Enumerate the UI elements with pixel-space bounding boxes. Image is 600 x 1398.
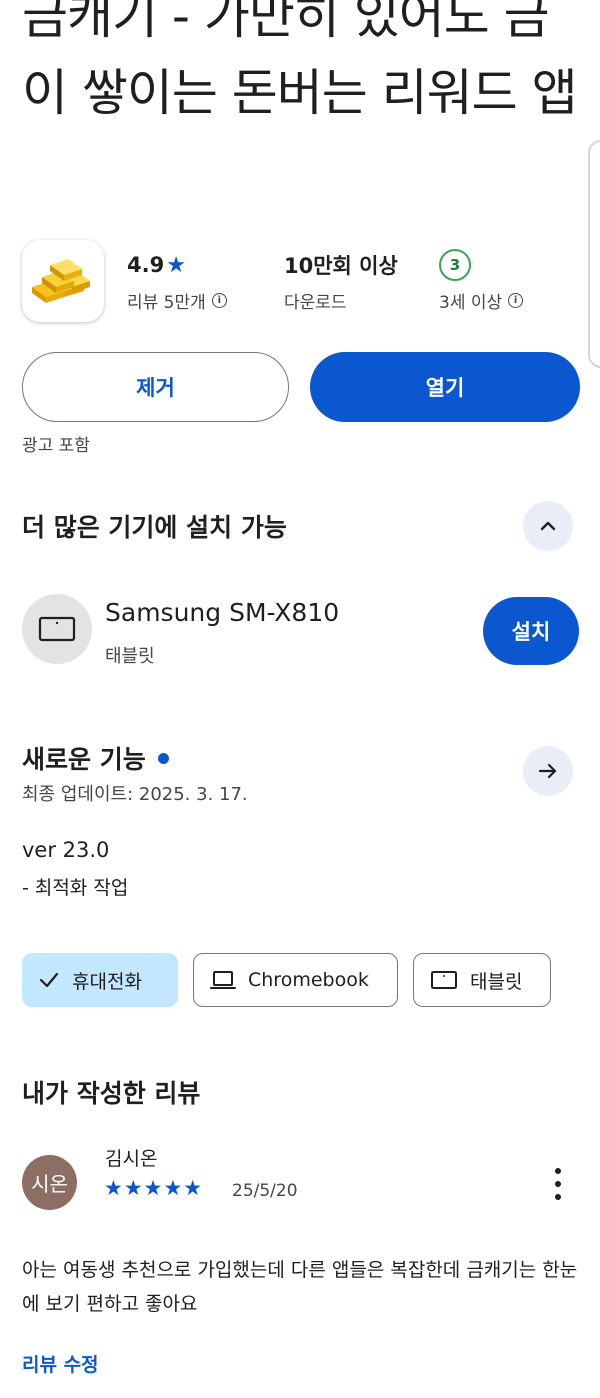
whats-new-arrow-button[interactable] xyxy=(523,746,573,796)
install-button[interactable]: 설치 xyxy=(483,597,579,665)
whats-new-label: 새로운 기능 xyxy=(22,745,146,774)
chip-chromebook-label: Chromebook xyxy=(248,969,369,991)
chevron-up-icon xyxy=(540,521,556,531)
star-icon: ★ xyxy=(166,252,186,278)
gold-bars-icon xyxy=(22,240,104,322)
version-note: - 최적화 작업 xyxy=(22,877,129,899)
version-text: ver 23.0 xyxy=(22,838,110,862)
age-rating-label: 3세 이상 xyxy=(439,293,503,313)
whats-new-title: 새로운 기능 xyxy=(22,740,169,776)
contains-ads-note: 광고 포함 xyxy=(22,436,90,456)
chip-chromebook[interactable]: Chromebook xyxy=(193,953,398,1007)
rating-value: 4.9 xyxy=(127,253,165,277)
chip-phone-label: 휴대전화 xyxy=(72,970,142,993)
age-rating-badge: 3 xyxy=(439,249,471,281)
more-devices-title: 더 많은 기기에 설치 가능 xyxy=(22,513,287,542)
reviews-count: 리뷰 5만개 xyxy=(127,293,206,313)
chip-phone[interactable]: 휴대전화 xyxy=(22,953,178,1007)
tablet-icon xyxy=(38,616,76,642)
new-indicator-dot xyxy=(157,752,169,764)
downloads-stat: 10만회 이상 다운로드 xyxy=(284,250,398,313)
more-options-icon[interactable] xyxy=(552,1168,564,1200)
age-rating-stat[interactable]: 3 3세 이상 i xyxy=(439,249,524,313)
edit-review-link[interactable]: 리뷰 수정 xyxy=(22,1350,99,1377)
device-type: 태블릿 xyxy=(105,646,155,667)
rating-stat[interactable]: 4.9 ★ 리뷰 5만개 i xyxy=(127,250,227,313)
downloads-label: 다운로드 xyxy=(284,293,347,313)
my-review-title: 내가 작성한 리뷰 xyxy=(22,1079,201,1108)
device-name: Samsung SM-X810 xyxy=(105,598,340,627)
review-text: 아는 여동생 추천으로 가입했는데 다른 앱들은 복잡한데 금캐기는 한눈에 보… xyxy=(22,1259,578,1315)
collapse-button[interactable] xyxy=(523,501,573,551)
chip-tablet-label: 태블릿 xyxy=(470,970,523,993)
reviewer-name: 김시온 xyxy=(105,1148,158,1170)
arrow-right-icon xyxy=(538,763,557,779)
info-icon: i xyxy=(508,293,524,308)
downloads-value: 10만회 이상 xyxy=(284,254,398,278)
check-icon xyxy=(39,972,59,988)
remove-button[interactable]: 제거 xyxy=(22,352,289,422)
app-title: 금캐기 - 가만히 있어도 금이 쌓이는 돈버는 리워드 앱 xyxy=(22,0,578,122)
chip-tablet[interactable]: 태블릿 xyxy=(413,953,551,1007)
last-updated: 최종 업데이트: 2025. 3. 17. xyxy=(22,784,248,805)
laptop-icon xyxy=(210,971,236,989)
avatar: 시온 xyxy=(22,1155,77,1210)
rating-stars: ★★★★★ xyxy=(104,1176,204,1200)
tablet-icon xyxy=(431,971,457,989)
open-button[interactable]: 열기 xyxy=(310,352,580,422)
info-icon: i xyxy=(211,293,227,308)
side-scroll-indicator xyxy=(588,140,600,368)
review-date: 25/5/20 xyxy=(232,1181,298,1201)
tablet-device-avatar xyxy=(22,594,92,664)
